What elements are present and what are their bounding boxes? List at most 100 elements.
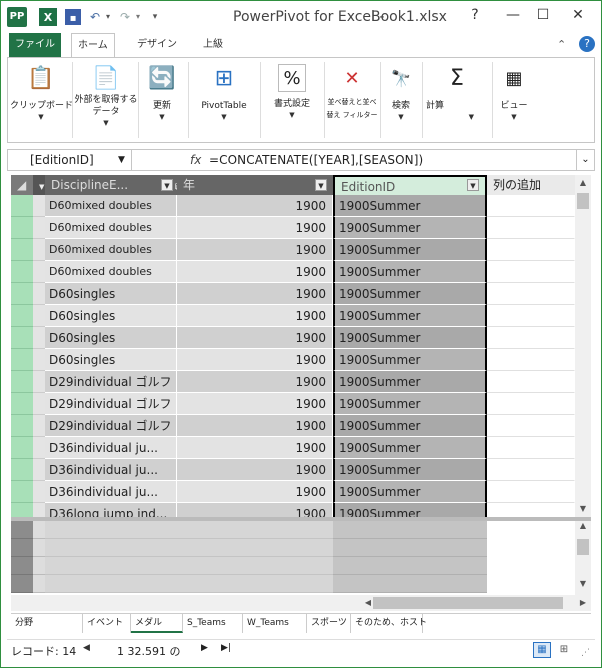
row-header-dropdown[interactable]: ▼	[33, 175, 45, 195]
cell-discipline[interactable]: D29individual ゴルフ	[45, 393, 177, 415]
cell-discipline[interactable]: D29individual ゴルフ	[45, 371, 177, 393]
cell-year[interactable]: 1900	[177, 217, 333, 239]
cell-add-column[interactable]	[487, 481, 575, 503]
excel-icon[interactable]: X	[39, 8, 57, 26]
scroll-down-icon[interactable]: ▼	[575, 501, 591, 517]
table-row[interactable]: D29individual ゴルフ 1900 1900Summer	[11, 371, 575, 393]
column-header-discipline[interactable]: DisciplineE... ⧉ ▼	[45, 175, 177, 195]
cell-discipline[interactable]: D60mixed doubles	[45, 195, 177, 217]
scroll-up-icon[interactable]: ▲	[575, 521, 591, 535]
record-next-icon[interactable]: ▶	[201, 643, 208, 653]
formula-input[interactable]: =CONCATENATE([YEAR],[SEASON])	[209, 150, 423, 170]
scroll-thumb[interactable]	[577, 539, 589, 555]
get-external-data-button[interactable]: 📄 外部を取得する データ ▼	[74, 60, 138, 140]
filter-dropdown-icon[interactable]: ▼	[315, 179, 327, 191]
close-button[interactable]: ✕	[561, 5, 595, 25]
row-selector[interactable]	[11, 415, 33, 437]
table-row[interactable]: D36individual ju... 1900 1900Summer	[11, 437, 575, 459]
cell-discipline[interactable]: D36individual ju...	[45, 437, 177, 459]
name-box[interactable]: [EditionID]	[8, 150, 132, 170]
cell-add-column[interactable]	[487, 305, 575, 327]
cell-year[interactable]: 1900	[177, 459, 333, 481]
cell-year[interactable]: 1900	[177, 239, 333, 261]
refresh-button[interactable]: 🔄 更新 ▼	[140, 60, 184, 140]
save-icon[interactable]: ▪	[65, 9, 81, 25]
cell-editionid[interactable]: 1900Summer	[333, 481, 487, 503]
clipboard-button[interactable]: 📋 クリップボード ▼	[10, 60, 73, 140]
cell-discipline[interactable]: D36individual ju...	[45, 481, 177, 503]
row-selector[interactable]	[11, 349, 33, 371]
table-row[interactable]: D60mixed doubles 1900 1900Summer	[11, 261, 575, 283]
help-button[interactable]: ?	[463, 5, 487, 25]
filter-dropdown-icon[interactable]: ▼	[161, 179, 173, 191]
calc-cell[interactable]	[333, 539, 487, 557]
ribbon-collapse-icon[interactable]: ⌃	[557, 38, 566, 51]
sheet-tab-events[interactable]: イベント	[83, 614, 131, 633]
calc-cell[interactable]	[333, 557, 487, 575]
cell-year[interactable]: 1900	[177, 305, 333, 327]
cell-add-column[interactable]	[487, 239, 575, 261]
cell-add-column[interactable]	[487, 349, 575, 371]
record-last-icon[interactable]: ▶|	[221, 643, 231, 653]
table-row[interactable]: D36individual ju... 1900 1900Summer	[11, 481, 575, 503]
table-row[interactable]: D60singles 1900 1900Summer	[11, 327, 575, 349]
cell-discipline[interactable]: D36long jump ind...	[45, 503, 177, 517]
tab-design[interactable]: デザイン	[131, 33, 183, 57]
cell-discipline[interactable]: D60mixed doubles	[45, 261, 177, 283]
cell-editionid[interactable]: 1900Summer	[333, 371, 487, 393]
row-selector[interactable]	[11, 437, 33, 459]
cell-year[interactable]: 1900	[177, 261, 333, 283]
cell-discipline[interactable]: D60mixed doubles	[45, 239, 177, 261]
row-selector[interactable]	[11, 327, 33, 349]
cell-year[interactable]: 1900	[177, 195, 333, 217]
cell-editionid[interactable]: 1900Summer	[333, 437, 487, 459]
sheet-tab-sports[interactable]: スポーツ	[307, 614, 351, 633]
calculation-button[interactable]: Σ 計算 ▼	[424, 60, 490, 140]
cell-year[interactable]: 1900	[177, 327, 333, 349]
table-row[interactable]: D60mixed doubles 1900 1900Summer	[11, 239, 575, 261]
scroll-thumb[interactable]	[577, 193, 589, 209]
cell-editionid[interactable]: 1900Summer	[333, 305, 487, 327]
table-row[interactable]: D60mixed doubles 1900 1900Summer	[11, 217, 575, 239]
redo-icon[interactable]: ↷	[117, 7, 133, 27]
cell-year[interactable]: 1900	[177, 349, 333, 371]
calc-cell[interactable]	[333, 521, 487, 539]
tab-advanced[interactable]: 上級	[197, 33, 229, 57]
cell-add-column[interactable]	[487, 195, 575, 217]
scroll-thumb[interactable]	[373, 597, 563, 609]
table-row[interactable]: D60singles 1900 1900Summer	[11, 305, 575, 327]
powerpivot-app-icon[interactable]: PP	[7, 7, 27, 27]
cell-editionid[interactable]: 1900Summer	[333, 261, 487, 283]
record-prev-icon[interactable]: ◀	[83, 643, 90, 653]
row-selector[interactable]	[11, 305, 33, 327]
column-header-year[interactable]: 年 ▼	[177, 175, 333, 195]
cell-add-column[interactable]	[487, 217, 575, 239]
cell-discipline[interactable]: D29individual ゴルフ	[45, 415, 177, 437]
undo-icon[interactable]: ↶	[87, 7, 103, 27]
tab-home[interactable]: ホーム	[71, 33, 115, 58]
redo-dropdown-icon[interactable]: ▾	[133, 7, 143, 27]
cell-editionid[interactable]: 1900Summer	[333, 415, 487, 437]
table-row[interactable]: D36long jump ind... 1900 1900Summer	[11, 503, 575, 517]
expand-formula-icon[interactable]: ⌄	[576, 150, 594, 170]
table-row[interactable]: D36individual ju... 1900 1900Summer	[11, 459, 575, 481]
customize-qat-icon[interactable]: ▾	[149, 7, 161, 27]
cell-year[interactable]: 1900	[177, 481, 333, 503]
cell-editionid[interactable]: 1900Summer	[333, 459, 487, 481]
row-selector[interactable]	[11, 481, 33, 503]
row-selector[interactable]	[11, 459, 33, 481]
cell-add-column[interactable]	[487, 415, 575, 437]
horizontal-scrollbar[interactable]: ◀ ▶	[11, 595, 591, 611]
table-row[interactable]: D29individual ゴルフ 1900 1900Summer	[11, 393, 575, 415]
grid-view-icon[interactable]: ▦	[533, 642, 551, 658]
pivottable-button[interactable]: ⊞ PivotTable ▼	[192, 60, 256, 140]
row-selector[interactable]	[11, 503, 33, 517]
cell-add-column[interactable]	[487, 459, 575, 481]
cell-discipline[interactable]: D60singles	[45, 305, 177, 327]
cell-editionid[interactable]: 1900Summer	[333, 393, 487, 415]
tab-file[interactable]: ファイル	[9, 33, 61, 57]
cell-discipline[interactable]: D60mixed doubles	[45, 217, 177, 239]
cell-editionid[interactable]: 1900Summer	[333, 327, 487, 349]
view-button[interactable]: ▦ ビュー ▼	[494, 60, 534, 140]
cell-add-column[interactable]	[487, 393, 575, 415]
